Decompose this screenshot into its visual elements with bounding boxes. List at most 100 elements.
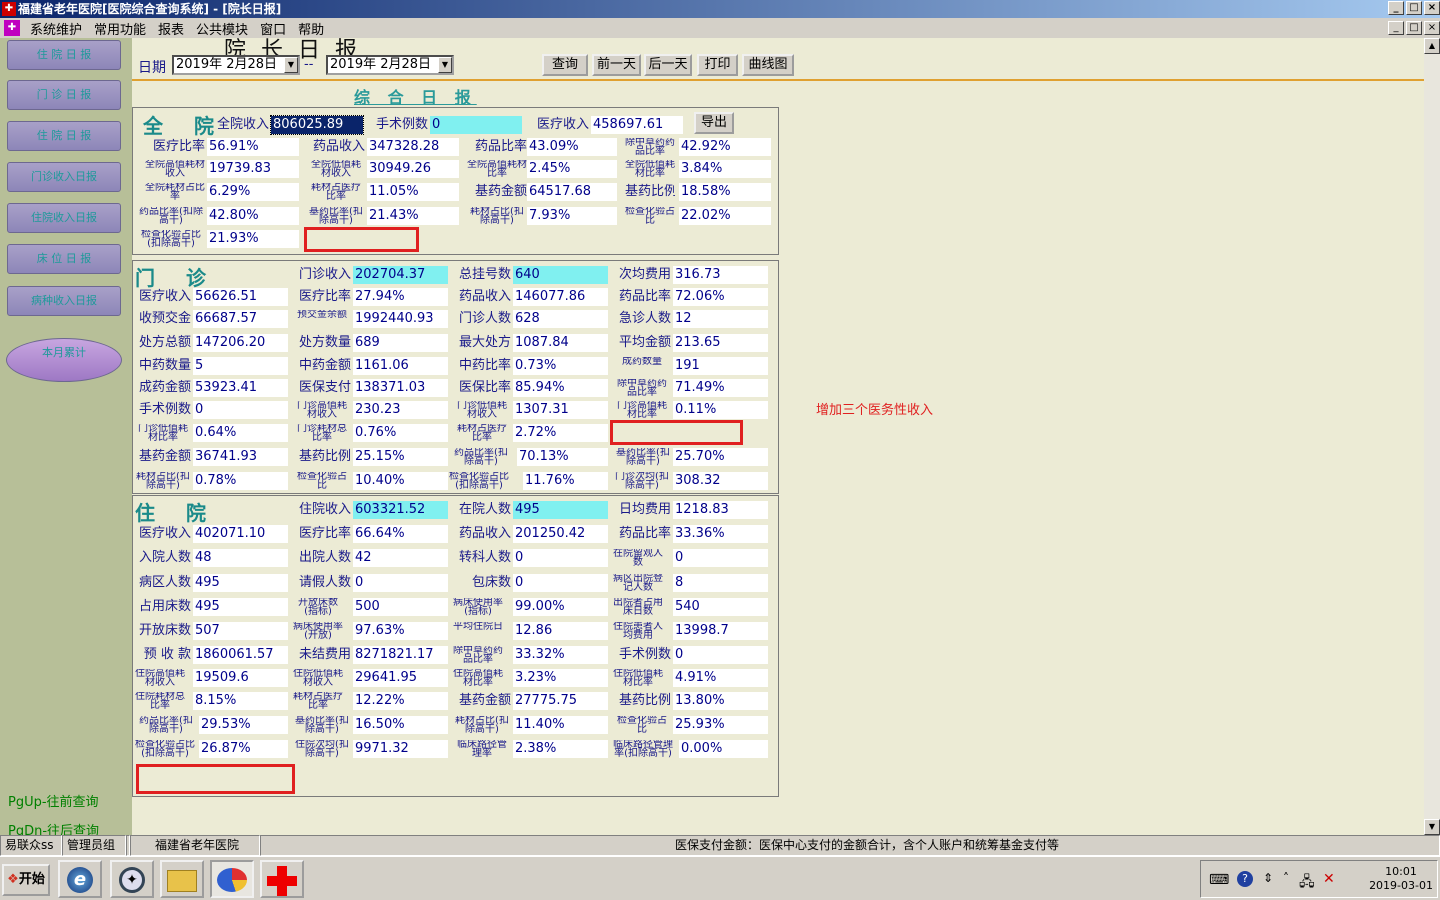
start-label: 开始 xyxy=(18,872,45,887)
system-tray: ⌨ ? ⇕ ˄ 🖧 ✕ 10:01 2019-03-01 xyxy=(1200,860,1438,898)
keyboard-icon[interactable]: ⌨ xyxy=(1209,872,1229,888)
app-icon: ✚ xyxy=(2,2,16,16)
inpatient-field-value[interactable]: 33.36% xyxy=(673,525,768,543)
vertical-scrollbar[interactable]: ▲ ▼ xyxy=(1424,38,1440,835)
compass-icon[interactable]: ✦ xyxy=(110,860,154,898)
outpatient-field: 药品比率 72.06% xyxy=(133,288,780,306)
outpatient-field-value[interactable]: 25.70% xyxy=(673,448,768,466)
scroll-up-icon[interactable]: ▲ xyxy=(1424,38,1440,54)
sidebar-button-6[interactable]: 床 位 日 报 xyxy=(7,244,121,274)
chevron-down-icon[interactable]: ▼ xyxy=(438,57,452,73)
annotation-box-whole xyxy=(304,227,419,252)
whole-field-value[interactable]: 21.93% xyxy=(207,230,299,248)
whole-field-value[interactable]: 22.02% xyxy=(679,207,771,225)
outpatient-field: 门诊次均(扣除高干) 308.32 xyxy=(133,472,780,490)
volume-muted-icon[interactable]: ✕ xyxy=(1323,871,1335,887)
inpatient-field-value[interactable]: 1218.83 xyxy=(673,501,768,519)
start-button[interactable]: ❖开始 xyxy=(2,864,50,896)
taskbar: ❖开始 e ✦ ⌨ ? ⇕ ˄ 🖧 ✕ 10:01 2019-03-01 xyxy=(0,856,1440,900)
outpatient-field-value[interactable]: 213.65 xyxy=(673,334,768,352)
outpatient-field-value[interactable]: 2.72% xyxy=(513,424,608,442)
outpatient-field-label: 除中草药药品比率 xyxy=(617,379,667,397)
help-icon[interactable]: ? xyxy=(1237,871,1253,887)
child-close-button[interactable]: × xyxy=(1424,21,1440,35)
date-from-select[interactable]: 2019年 2月28日 ▼ xyxy=(172,55,300,75)
print-button[interactable]: 打印 xyxy=(697,54,738,76)
whole-field-value[interactable]: 42.92% xyxy=(679,138,771,156)
menu-item-common[interactable]: 常用功能 xyxy=(88,19,152,38)
sidebar-button-2[interactable]: 门 诊 日 报 xyxy=(7,80,121,110)
sidebar-button-7[interactable]: 病种收入日报 xyxy=(7,286,121,316)
outpatient-field-label: 急诊人数 xyxy=(618,311,671,326)
close-button[interactable]: × xyxy=(1424,1,1440,15)
inpatient-field-value[interactable]: 540 xyxy=(673,598,768,616)
ie-icon[interactable]: e xyxy=(58,860,102,898)
whole-field-value[interactable]: 3.84% xyxy=(679,160,771,178)
folder-icon[interactable] xyxy=(160,860,204,898)
status-company: 易联众ss xyxy=(0,835,62,856)
inpatient-field-label: 出院者占用床日数 xyxy=(613,598,663,616)
inpatient-field-value[interactable]: 13998.7 xyxy=(673,622,768,640)
minimize-button[interactable]: _ xyxy=(1388,1,1404,15)
scroll-down-icon[interactable]: ▼ xyxy=(1424,819,1440,835)
query-button[interactable]: 查询 xyxy=(542,54,588,76)
whole-field: 基药比例 18.58% xyxy=(133,183,780,201)
chevron-down-icon[interactable]: ▼ xyxy=(284,57,298,73)
sidebar-oval-button[interactable]: 本月累计 xyxy=(6,338,122,382)
inpatient-field-label: 临床路径管理率(扣除高干) xyxy=(613,740,673,758)
red-cross-icon[interactable] xyxy=(260,860,304,898)
inpatient-field: 住院低值耗材比率 4.91% xyxy=(133,669,780,687)
whole-field: 除中草药药品比率 42.92% xyxy=(133,138,780,156)
sidebar-button-4[interactable]: 门诊收入日报 xyxy=(7,162,121,192)
status-bar: 易联众ss 管理员组 福建省老年医院 医保支付金额：医保中心支付的金额合计，含个… xyxy=(0,835,1440,856)
next-day-button[interactable]: 后一天 xyxy=(644,54,692,76)
whole-field-label: 医疗收入 xyxy=(536,117,589,132)
inpatient-field-value[interactable]: 4.91% xyxy=(673,669,768,687)
inpatient-field: 出院者占用床日数 540 xyxy=(133,598,780,616)
date-to-value: 2019年 2月28日 xyxy=(330,57,432,72)
inpatient-field-value[interactable]: 13.80% xyxy=(673,692,768,710)
whole-field-value[interactable]: 458697.61 xyxy=(591,116,683,134)
sidebar-button-1[interactable]: 住 院 日 报 xyxy=(7,40,121,70)
outpatient-field-value[interactable]: 12 xyxy=(673,310,768,328)
inpatient-field-label: 手术例数 xyxy=(618,647,671,662)
sidebar-button-5[interactable]: 住院收入日报 xyxy=(7,203,121,233)
date-separator: -- xyxy=(304,57,314,72)
inpatient-field: 在院留观人数 0 xyxy=(133,549,780,567)
inpatient-field: 基药比例 13.80% xyxy=(133,692,780,710)
inpatient-field-value[interactable]: 0 xyxy=(673,646,768,664)
sidebar-button-3[interactable]: 住 院 日 报 xyxy=(7,121,121,151)
outpatient-field-value[interactable]: 316.73 xyxy=(673,266,768,284)
inpatient-field-label: 病区出院登记人数 xyxy=(613,574,663,592)
inpatient-field-value[interactable]: 0.00% xyxy=(679,740,768,758)
whole-hospital-panel: 全 院 导出 全院收入 806025.89 手术例数 0 医疗收入 458697.61 医疗… xyxy=(132,107,779,255)
maximize-button[interactable]: □ xyxy=(1406,1,1422,15)
whole-field-label: 除中草药药品比率 xyxy=(625,138,675,156)
prev-day-button[interactable]: 前一天 xyxy=(592,54,641,76)
pie-chart-app-icon[interactable] xyxy=(210,860,254,898)
menu-item-report[interactable]: 报表 xyxy=(152,19,190,38)
tray-menu-icon[interactable]: ⇕ xyxy=(1263,871,1273,885)
outpatient-field-value[interactable]: 0.11% xyxy=(673,401,768,419)
curve-chart-button[interactable]: 曲线图 xyxy=(742,54,794,76)
outpatient-field-value[interactable]: 191 xyxy=(673,357,768,375)
outpatient-field-value[interactable]: 72.06% xyxy=(673,288,768,306)
inpatient-field-value[interactable]: 0 xyxy=(673,549,768,567)
child-maximize-button[interactable]: □ xyxy=(1406,21,1422,35)
child-minimize-button[interactable]: _ xyxy=(1388,21,1404,35)
inpatient-field: 手术例数 0 xyxy=(133,646,780,664)
inpatient-field-value[interactable]: 8 xyxy=(673,574,768,592)
status-usergroup: 管理员组 xyxy=(62,835,126,856)
outpatient-field-label: 门诊高值耗材比率 xyxy=(617,401,667,419)
date-to-select[interactable]: 2019年 2月28日 ▼ xyxy=(326,55,454,75)
inpatient-field-label: 检查化验占比 xyxy=(617,716,667,734)
menu-item-system[interactable]: 系统维护 xyxy=(24,19,88,38)
whole-field-label: 基药比例 xyxy=(625,184,675,199)
whole-field-value[interactable]: 18.58% xyxy=(679,183,771,201)
chevron-up-icon[interactable]: ˄ xyxy=(1283,871,1289,885)
network-icon[interactable]: 🖧 xyxy=(1299,871,1315,895)
outpatient-field-value[interactable]: 71.49% xyxy=(673,379,768,397)
inpatient-field-label: 日均费用 xyxy=(618,502,671,517)
inpatient-field-value[interactable]: 25.93% xyxy=(673,716,768,734)
outpatient-field-value[interactable]: 308.32 xyxy=(673,472,768,490)
